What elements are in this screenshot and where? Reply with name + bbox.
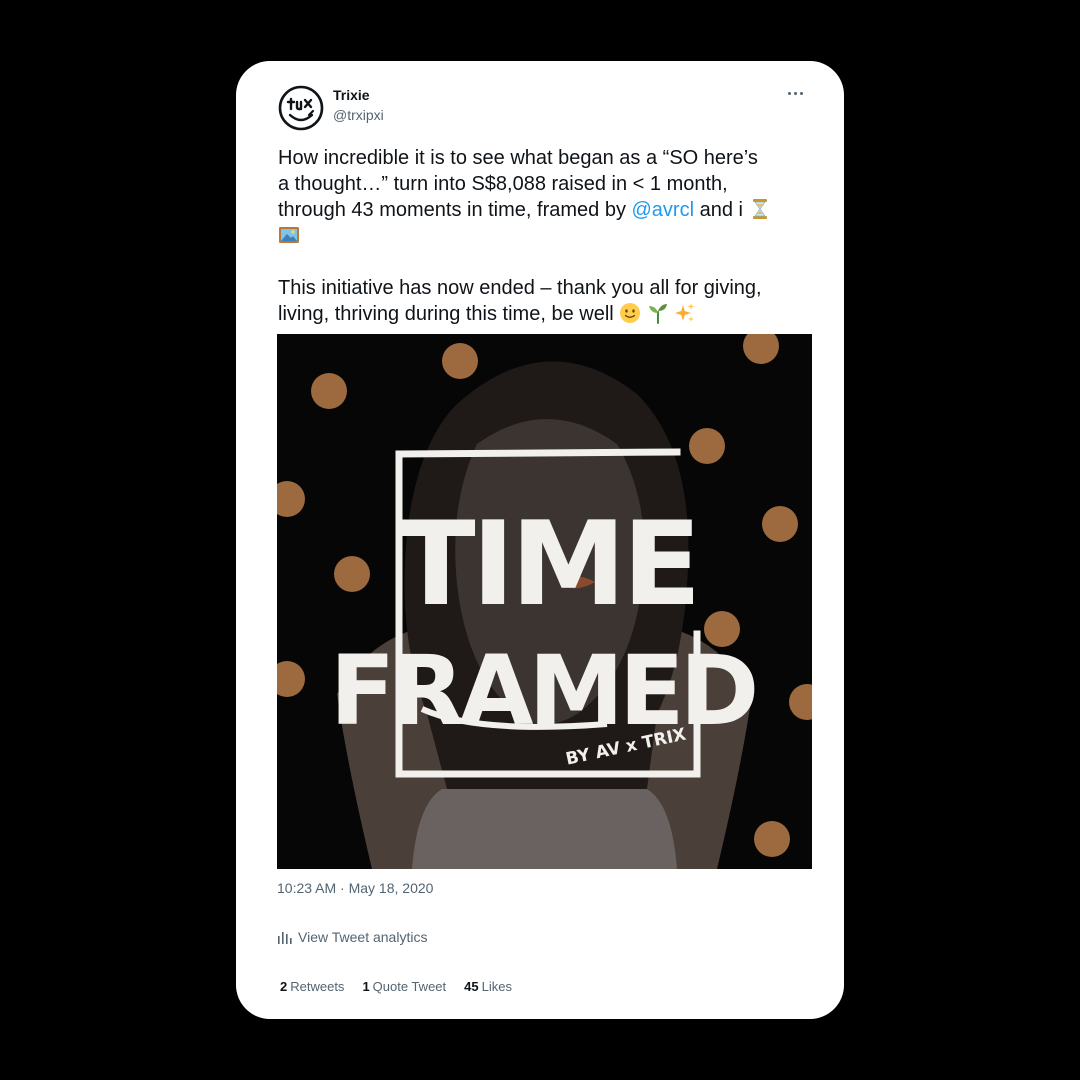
view-analytics-link[interactable]: View Tweet analytics bbox=[277, 929, 427, 945]
tweet-stats: 2 Retweets 1 Quote Tweet 45 Likes bbox=[280, 979, 512, 994]
retweets-label: Retweets bbox=[290, 979, 345, 994]
seedling-emoji-icon bbox=[648, 304, 667, 324]
tweet-timestamp[interactable]: 10:23 AM · May 18, 2020 bbox=[277, 880, 433, 896]
quote-tweets-stat[interactable]: 1 Quote Tweet bbox=[362, 979, 446, 994]
likes-stat[interactable]: 45 Likes bbox=[464, 979, 512, 994]
tweet-text-segment: and i bbox=[694, 199, 743, 221]
retweets-stat[interactable]: 2 Retweets bbox=[280, 979, 344, 994]
framed-picture-emoji-icon bbox=[279, 227, 299, 243]
tweet-text-line: This initiative has now ended – thank yo… bbox=[278, 275, 818, 301]
author-handle[interactable]: @trxipxi bbox=[333, 107, 384, 123]
tweet-text-line: a thought…” turn into S$8,088 raised in … bbox=[278, 171, 818, 197]
artwork-title-line2: FRAMED bbox=[330, 635, 755, 747]
tweet-text-segment: living, thriving during this time, be we… bbox=[278, 303, 614, 325]
quote-tweets-label: Quote Tweet bbox=[372, 979, 447, 994]
more-options-icon[interactable] bbox=[781, 83, 809, 103]
mention-link[interactable]: @avrcl bbox=[632, 199, 695, 221]
artwork-title-line1: TIME bbox=[397, 497, 698, 632]
time-framed-artwork: TIME FRAMED BY AV x TRIX bbox=[277, 334, 812, 869]
tweet-text-line: living, thriving during this time, be we… bbox=[278, 301, 818, 327]
sparkles-emoji-icon bbox=[675, 303, 695, 322]
view-analytics-label: View Tweet analytics bbox=[298, 929, 428, 945]
tweet-text-segment: How incredible it is to see what began a… bbox=[278, 147, 758, 169]
tweet-text-segment: through 43 moments in time, framed by bbox=[278, 199, 632, 221]
tweet-text: How incredible it is to see what began a… bbox=[278, 145, 818, 327]
tweet-card: Trixie @trxipxi How incredible it is to … bbox=[236, 61, 844, 1019]
trixie-logo-icon bbox=[278, 85, 324, 131]
tweet-text-line: How incredible it is to see what began a… bbox=[278, 145, 818, 171]
tweet-text-line bbox=[278, 223, 818, 249]
bar-chart-icon bbox=[278, 932, 292, 944]
retweets-count: 2 bbox=[280, 979, 288, 994]
hourglass-emoji-icon bbox=[752, 199, 767, 219]
smiling-face-emoji-icon bbox=[620, 303, 641, 323]
avatar[interactable] bbox=[278, 85, 324, 131]
tweet-text-segment: a thought…” turn into S$8,088 raised in … bbox=[278, 173, 728, 195]
tweet-text-line: through 43 moments in time, framed by @a… bbox=[278, 197, 818, 223]
likes-count: 45 bbox=[464, 979, 479, 994]
tweet-media-image[interactable]: TIME FRAMED BY AV x TRIX bbox=[277, 334, 812, 869]
quote-tweets-count: 1 bbox=[362, 979, 370, 994]
tweet-text-segment: This initiative has now ended – thank yo… bbox=[278, 277, 762, 299]
likes-label: Likes bbox=[481, 979, 512, 994]
author-name[interactable]: Trixie bbox=[333, 87, 370, 103]
